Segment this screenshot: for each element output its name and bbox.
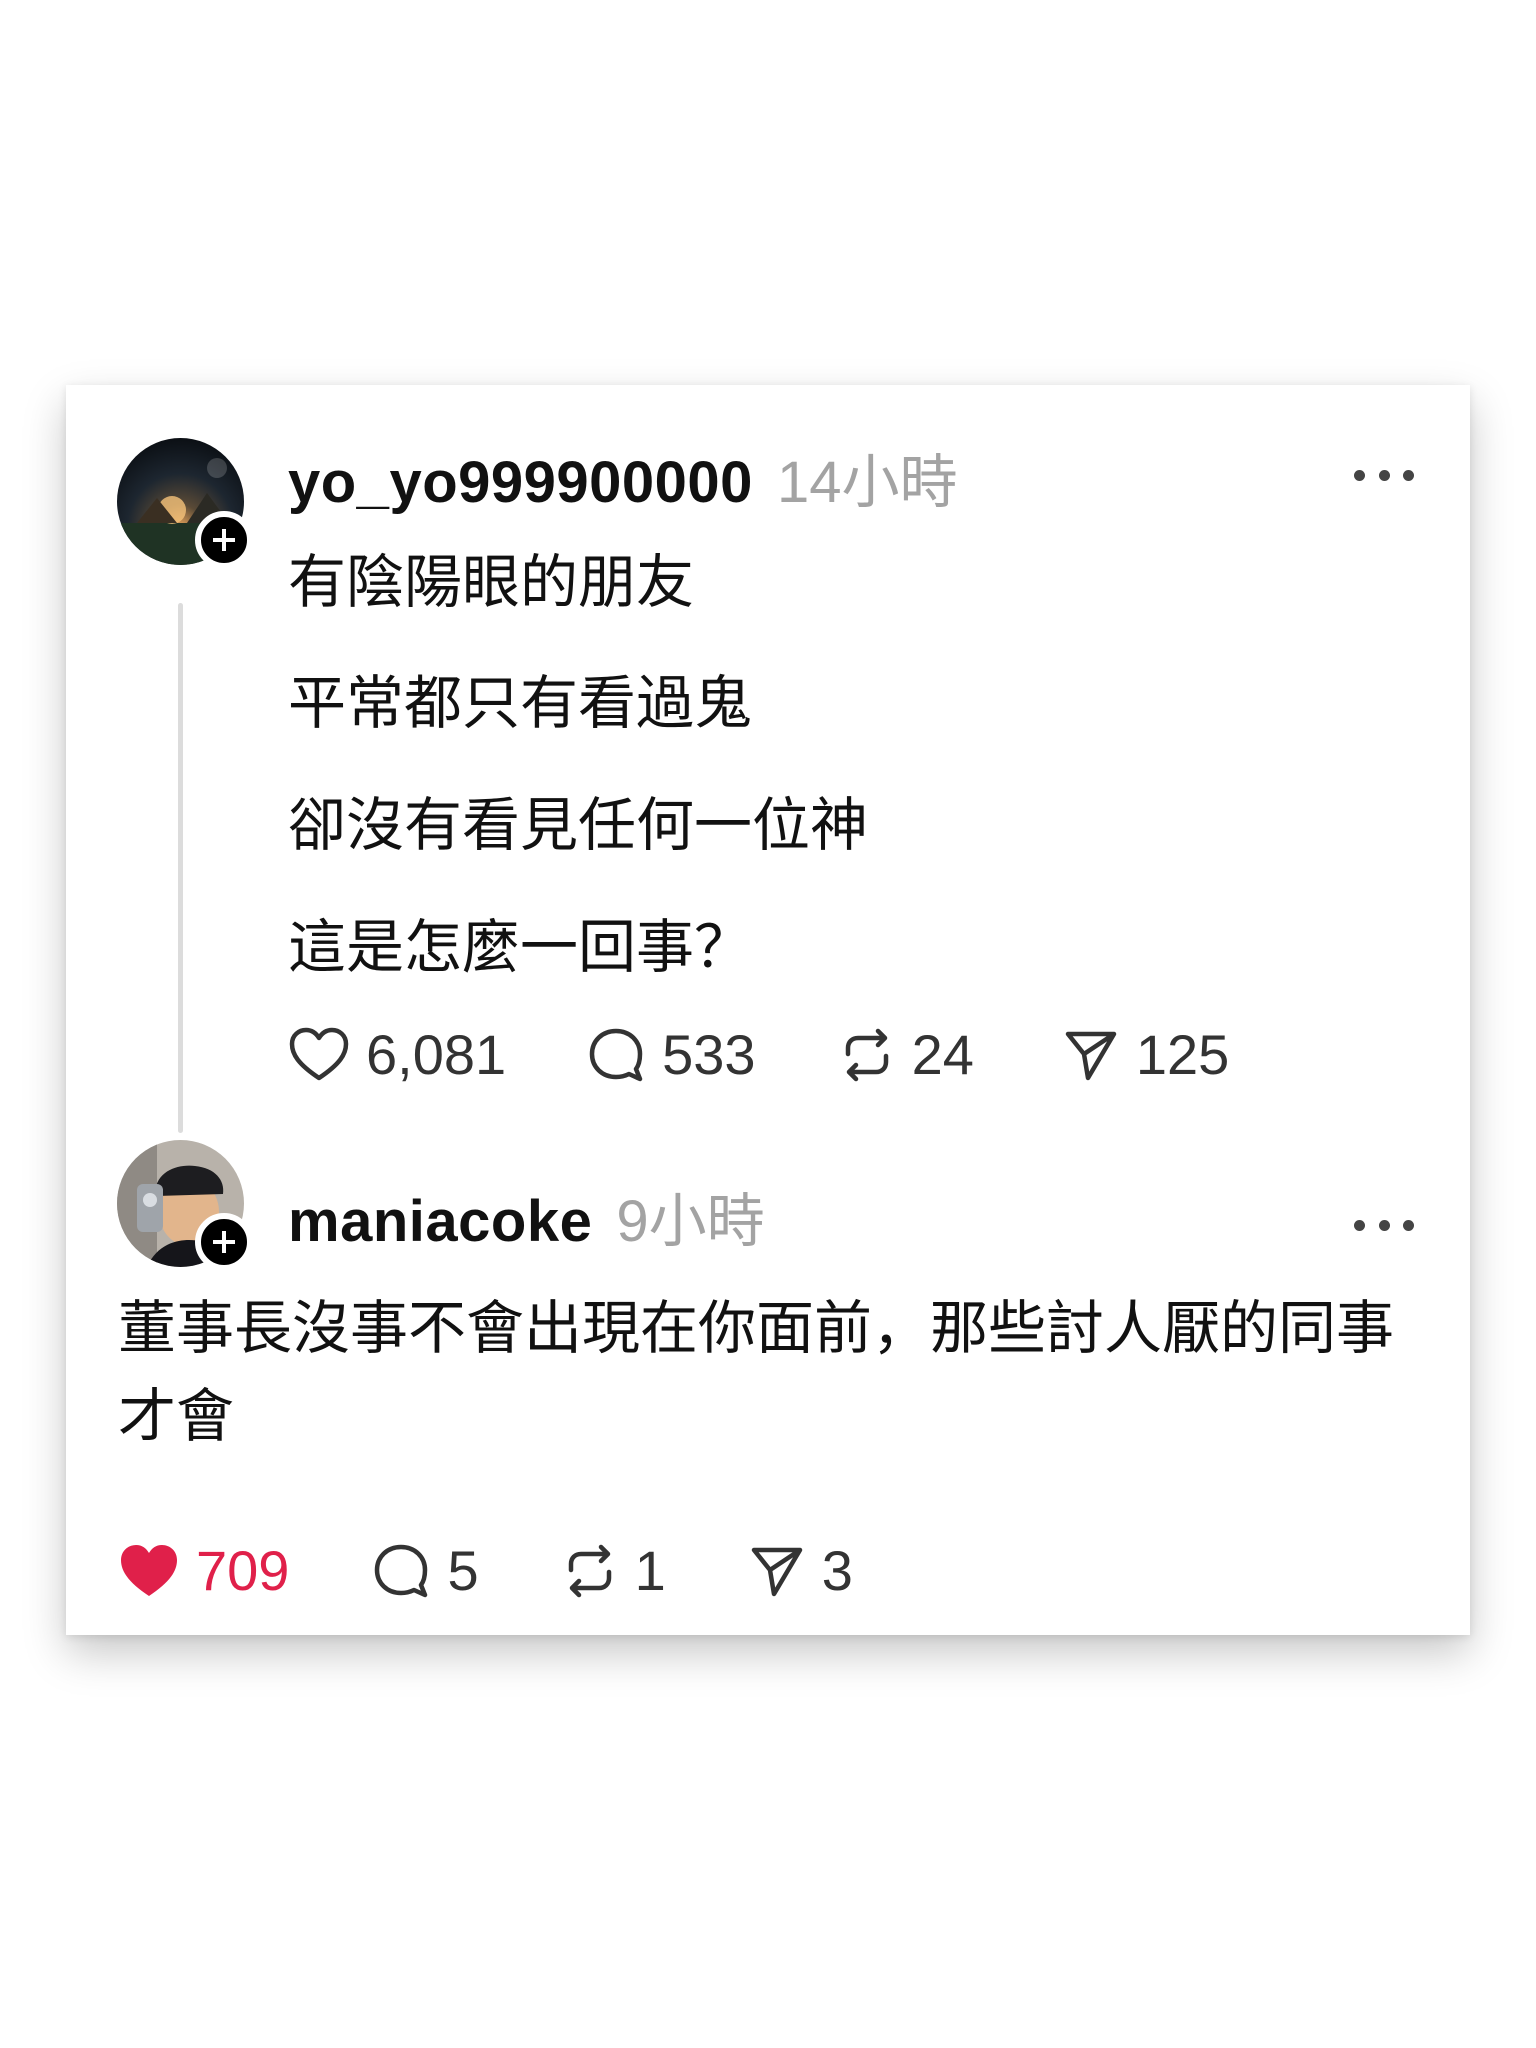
- post-1: yo_yo999900000 14小時 有陰陽眼的朋友 平常都只有看過鬼 卻沒有…: [66, 385, 1470, 1135]
- timestamp: 14小時: [776, 450, 958, 515]
- heart-filled-icon: [121, 1544, 177, 1596]
- share-count: 3: [821, 1539, 853, 1602]
- plus-icon: [213, 529, 235, 551]
- post-text-line: 平常都只有看過鬼: [288, 671, 753, 736]
- heart-icon: [289, 1027, 349, 1080]
- follow-button[interactable]: [195, 511, 253, 569]
- repost-button[interactable]: 1: [561, 1538, 666, 1603]
- send-icon: [751, 1547, 802, 1596]
- repost-count: 1: [634, 1539, 666, 1602]
- like-button[interactable]: 709: [118, 1538, 289, 1603]
- post-text: 董事長沒事不會出現在你面前，那些討人厭的同事才會: [118, 1296, 1395, 1449]
- repost-count: 24: [911, 1023, 974, 1086]
- more-options-icon[interactable]: [1354, 465, 1414, 485]
- post-text-line: 有陰陽眼的朋友: [288, 550, 695, 615]
- share-button[interactable]: 125: [1062, 1022, 1229, 1087]
- send-icon: [1065, 1031, 1117, 1080]
- follow-button[interactable]: [195, 1213, 253, 1271]
- comment-icon: [375, 1544, 428, 1597]
- post-header: maniacoke 9小時: [288, 1174, 765, 1258]
- repost-button[interactable]: 24: [838, 1022, 974, 1087]
- share-count: 125: [1135, 1023, 1230, 1086]
- post-header: yo_yo999900000 14小時: [288, 435, 957, 519]
- comment-button[interactable]: 533: [586, 1022, 756, 1087]
- action-bar: 709 5 1 3: [118, 1538, 853, 1603]
- post-text-line: 卻沒有看見任何一位神: [288, 793, 869, 858]
- username[interactable]: maniacoke: [288, 1188, 592, 1255]
- post-2: maniacoke 9小時 董事長沒事不會出現在你面前，那些討人厭的同事才會 7…: [66, 1135, 1470, 1635]
- screenshot-card: yo_yo999900000 14小時 有陰陽眼的朋友 平常都只有看過鬼 卻沒有…: [66, 385, 1470, 1635]
- repost-icon: [845, 1028, 888, 1081]
- comment-count: 5: [447, 1539, 479, 1602]
- more-options-icon[interactable]: [1354, 1215, 1414, 1235]
- like-button[interactable]: 6,081: [288, 1022, 506, 1087]
- comment-button[interactable]: 5: [371, 1538, 479, 1603]
- post-text-line: 這是怎麼一回事？: [288, 915, 753, 980]
- like-count: 709: [196, 1539, 290, 1602]
- plus-icon: [213, 1231, 235, 1253]
- repost-icon: [568, 1544, 611, 1597]
- username[interactable]: yo_yo999900000: [288, 449, 753, 516]
- comment-icon: [589, 1028, 643, 1081]
- thread-line: [178, 603, 183, 1133]
- action-bar: 6,081 533 24 125: [288, 1022, 1229, 1087]
- share-button[interactable]: 3: [748, 1538, 853, 1603]
- comment-count: 533: [662, 1023, 756, 1086]
- timestamp: 9小時: [616, 1189, 765, 1254]
- like-count: 6,081: [366, 1023, 507, 1086]
